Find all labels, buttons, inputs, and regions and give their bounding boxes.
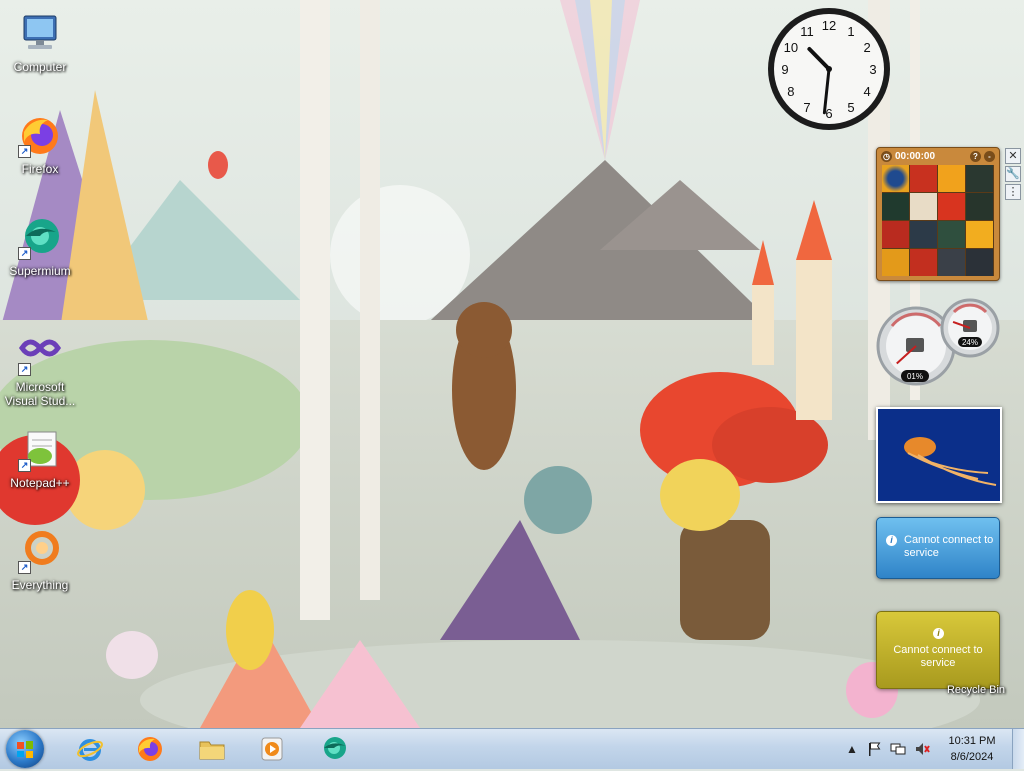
desktop-icon-notepad-plus-plus[interactable]: ↗ Notepad++ xyxy=(0,426,80,490)
puzzle-grid xyxy=(882,165,994,276)
clock-number: 10 xyxy=(784,40,798,55)
puzzle-tile[interactable] xyxy=(910,221,937,248)
taskbar-media-player[interactable] xyxy=(246,731,298,767)
clock-number: 1 xyxy=(847,24,854,39)
desktop-icon-label: Everything xyxy=(11,578,69,592)
info-icon: i xyxy=(933,628,944,639)
feed-error-message: Cannot connect to service xyxy=(904,534,994,559)
puzzle-tile[interactable] xyxy=(966,165,993,192)
network-icon[interactable] xyxy=(890,741,906,757)
media-player-icon xyxy=(261,737,283,761)
puzzle-empty-slot[interactable] xyxy=(966,249,993,276)
volume-muted-icon[interactable] xyxy=(914,741,930,757)
shortcut-arrow-icon: ↗ xyxy=(18,145,31,158)
puzzle-toolbar: ◷ 00:00:00 ? - xyxy=(877,148,999,164)
puzzle-tile[interactable] xyxy=(910,249,937,276)
feed-headlines-gadget[interactable]: i Cannot connect to service xyxy=(876,517,1000,579)
computer-icon xyxy=(16,10,64,58)
clock-number: 8 xyxy=(787,84,794,99)
puzzle-tile[interactable] xyxy=(966,193,993,220)
clock-number: 12 xyxy=(822,18,836,33)
puzzle-tile[interactable] xyxy=(938,249,965,276)
clock-gadget[interactable]: 1234567891011 12 xyxy=(766,6,892,132)
taskbar-internet-explorer[interactable] xyxy=(64,731,116,767)
visual-studio-icon: ↗ xyxy=(16,330,64,378)
clock-number: 4 xyxy=(863,84,870,99)
everything-search-icon: ↗ xyxy=(16,528,64,576)
weather-gadget[interactable]: i Cannot connect to service xyxy=(876,611,1000,689)
clock-number: 11 xyxy=(800,24,814,39)
folder-icon xyxy=(199,741,225,760)
puzzle-timer: 00:00:00 xyxy=(895,150,936,162)
taskbar-time: 10:31 PM xyxy=(948,735,996,747)
clock-number: 5 xyxy=(847,100,854,115)
shortcut-arrow-icon: ↗ xyxy=(18,363,31,376)
puzzle-tile[interactable] xyxy=(882,193,909,220)
taskbar-supermium[interactable] xyxy=(308,731,360,767)
desktop-icon-recycle-bin[interactable]: Recycle Bin xyxy=(936,684,1016,696)
puzzle-minimize-button[interactable]: - xyxy=(984,150,995,162)
puzzle-tile[interactable] xyxy=(938,193,965,220)
puzzle-tile[interactable] xyxy=(938,165,965,192)
desktop-icon-label: Firefox xyxy=(21,162,59,176)
puzzle-tile[interactable] xyxy=(882,249,909,276)
puzzle-help-button[interactable]: ? xyxy=(970,150,981,162)
supermium-icon: ↗ xyxy=(16,214,64,262)
puzzle-tile[interactable] xyxy=(910,165,937,192)
cpu-usage-text: 01% xyxy=(907,372,923,381)
gadget-options-button[interactable]: 🔧 xyxy=(1005,166,1021,182)
shortcut-arrow-icon: ↗ xyxy=(18,247,31,260)
desktop-icon-label: Microsoft Visual Stud... xyxy=(4,380,76,408)
clock-number: 9 xyxy=(781,62,788,77)
show-hidden-icons-button[interactable]: ▲ xyxy=(844,741,860,757)
taskbar-file-explorer[interactable] xyxy=(186,731,238,767)
memory-usage-text: 24% xyxy=(962,338,978,347)
picture-puzzle-gadget[interactable]: ◷ 00:00:00 ? - xyxy=(876,147,1000,281)
desktop-icon-label: Supermium xyxy=(9,264,71,278)
puzzle-timer-icon: ◷ xyxy=(881,150,892,162)
action-center-flag-icon[interactable] xyxy=(866,741,882,757)
weather-error-message: Cannot connect to service xyxy=(893,644,983,669)
desktop-icon-label: Computer xyxy=(13,60,67,74)
puzzle-tile[interactable] xyxy=(882,221,909,248)
taskbar: ▲ 10:31 PM 8/6/2024 xyxy=(0,728,1024,769)
desktop-icon-visual-studio[interactable]: ↗ Microsoft Visual Stud... xyxy=(0,330,80,408)
desktop-icon-supermium[interactable]: ↗ Supermium xyxy=(0,214,80,278)
desktop-icon-computer[interactable]: Computer xyxy=(0,10,80,74)
supermium-icon xyxy=(324,737,346,759)
firefox-icon: ↗ xyxy=(16,112,64,160)
shortcut-arrow-icon: ↗ xyxy=(18,459,31,472)
cpu-meter-gadget[interactable]: 01% 24% xyxy=(874,296,1002,388)
windows-logo-icon xyxy=(17,741,33,758)
desktop-icon-firefox[interactable]: ↗ Firefox xyxy=(0,112,80,176)
puzzle-tile[interactable] xyxy=(938,221,965,248)
gadget-side-toolbar: ✕ 🔧 ⋮ xyxy=(1005,148,1021,202)
clock-number: 3 xyxy=(869,62,876,77)
jellyfish-photo xyxy=(878,409,1000,501)
show-desktop-button[interactable] xyxy=(1012,729,1024,769)
gadget-drag-handle[interactable]: ⋮ xyxy=(1005,184,1021,200)
desktop-icon-everything[interactable]: ↗ Everything xyxy=(0,528,80,592)
info-icon: i xyxy=(886,535,897,546)
gadget-close-button[interactable]: ✕ xyxy=(1005,148,1021,164)
clock-number: 2 xyxy=(863,40,870,55)
taskbar-clock[interactable]: 10:31 PM 8/6/2024 xyxy=(940,733,1004,765)
taskbar-firefox[interactable] xyxy=(124,731,176,767)
shortcut-arrow-icon: ↗ xyxy=(18,561,31,574)
puzzle-tile[interactable] xyxy=(910,193,937,220)
internet-explorer-icon xyxy=(77,739,103,761)
start-button[interactable] xyxy=(6,730,44,768)
puzzle-tile[interactable] xyxy=(882,165,909,192)
taskbar-date: 8/6/2024 xyxy=(950,751,994,763)
puzzle-tile[interactable] xyxy=(966,221,993,248)
desktop-icon-label: Notepad++ xyxy=(10,476,70,490)
clock-number: 7 xyxy=(803,100,810,115)
slideshow-gadget[interactable] xyxy=(876,407,1002,503)
clock-number: 6 xyxy=(825,106,832,121)
firefox-icon xyxy=(138,737,162,761)
notepad-plus-plus-icon: ↗ xyxy=(16,426,64,474)
